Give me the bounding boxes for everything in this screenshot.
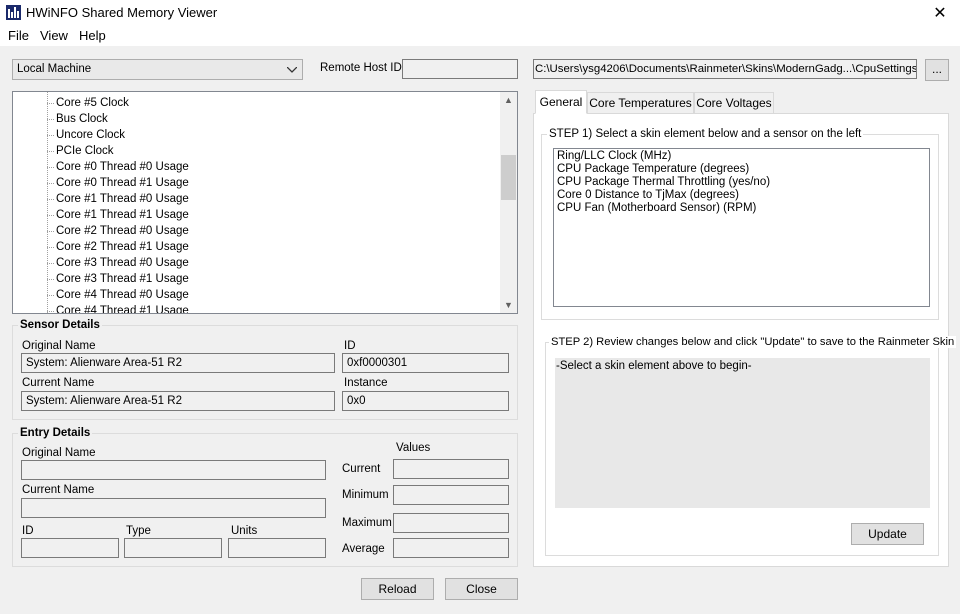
entry-current-name-field[interactable] [21,498,326,518]
entry-id-field[interactable] [21,538,119,558]
review-changes-area[interactable]: -Select a skin element above to begin- [555,358,930,508]
entry-current-name-label: Current Name [22,484,95,496]
sensor-details-title: Sensor Details [18,319,102,331]
tree-item[interactable]: Bus Clock [47,111,108,127]
tree-item[interactable]: Core #0 Thread #1 Usage [47,175,189,191]
browse-button[interactable]: ... [925,59,949,81]
tree-item[interactable]: PCIe Clock [47,143,114,159]
tree-item[interactable]: Core #1 Thread #1 Usage [47,207,189,223]
sensor-current-name-field[interactable]: System: Alienware Area-51 R2 [21,391,335,411]
chevron-down-icon [287,67,297,73]
tree-item[interactable]: Core #4 Thread #0 Usage [47,287,189,303]
instance-label: Instance [344,377,388,389]
sensor-id-label: ID [344,340,356,352]
average-value-label: Average [342,543,385,555]
update-button[interactable]: Update [851,523,924,545]
scroll-up-icon[interactable]: ▲ [500,95,517,105]
tree-item[interactable]: Core #4 Thread #1 Usage [47,303,189,313]
current-value-label: Current [342,463,381,475]
tab-core-voltages[interactable]: Core Voltages [694,92,774,114]
current-value-field[interactable] [393,459,509,479]
minimum-value-label: Minimum [342,489,389,501]
entry-units-label: Units [231,525,258,537]
menu-help[interactable]: Help [79,28,106,43]
close-icon[interactable]: ✕ [930,3,950,23]
source-select[interactable]: Local Machine [12,59,303,80]
sensor-tree[interactable]: Core #5 Clock Bus Clock Uncore Clock PCIe C… [12,91,518,314]
average-value-field[interactable] [393,538,509,558]
step1-title: STEP 1) Select a skin element below and … [547,128,864,140]
tree-item[interactable]: Core #2 Thread #0 Usage [47,223,189,239]
tree-item[interactable]: Core #0 Thread #0 Usage [47,159,189,175]
skin-element-item[interactable]: Core 0 Distance to TjMax (degrees) [557,189,739,201]
tree-item[interactable]: Uncore Clock [46,127,125,143]
skin-element-item[interactable]: CPU Package Temperature (degrees) [557,163,749,175]
tree-item[interactable]: Core #5 Clock [47,95,129,111]
entry-units-field[interactable] [228,538,326,558]
hwinfo-app-icon [6,5,21,20]
current-name-label: Current Name [22,377,95,389]
sensor-id-field[interactable]: 0xf0000301 [342,353,509,373]
tree-item[interactable]: Core #3 Thread #0 Usage [47,255,189,271]
sensor-original-name-field[interactable]: System: Alienware Area-51 R2 [21,353,335,373]
skin-path-field[interactable]: C:\Users\ysg4206\Documents\Rainmeter\Ski… [533,59,917,79]
entry-original-name-label: Original Name [22,447,96,459]
tree-scrollbar[interactable]: ▲ ▼ [500,92,517,313]
remote-host-label: Remote Host ID [320,62,402,74]
scroll-down-icon[interactable]: ▼ [500,300,517,310]
menu-view[interactable]: View [40,28,68,43]
scroll-thumb[interactable] [501,155,516,200]
skin-element-item[interactable]: CPU Package Thermal Throttling (yes/no) [557,176,770,188]
tree-item[interactable]: Core #1 Thread #0 Usage [47,191,189,207]
source-select-value: Local Machine [17,63,92,75]
entry-details-title: Entry Details [18,427,93,439]
tree-item[interactable]: Core #3 Thread #1 Usage [47,271,189,287]
values-label: Values [396,442,431,454]
maximum-value-label: Maximum [342,517,392,529]
instance-field[interactable]: 0x0 [342,391,509,411]
entry-type-label: Type [126,525,151,537]
menu-file[interactable]: File [8,28,29,43]
maximum-value-field[interactable] [393,513,509,533]
tab-general[interactable]: General [535,90,587,114]
step2-title: STEP 2) Review changes below and click "… [549,336,957,348]
entry-original-name-field[interactable] [21,460,326,480]
review-placeholder: -Select a skin element above to begin- [556,360,752,372]
tree-item[interactable]: Core #2 Thread #1 Usage [47,239,189,255]
window-title: HWiNFO Shared Memory Viewer [26,5,218,20]
menu-bar: File View Help [0,26,960,46]
skin-element-list[interactable]: Ring/LLC Clock (MHz) CPU Package Temperat… [553,148,930,307]
minimum-value-field[interactable] [393,485,509,505]
title-bar: HWiNFO Shared Memory Viewer ✕ [0,0,960,26]
close-button[interactable]: Close [445,578,518,600]
reload-button[interactable]: Reload [361,578,434,600]
entry-type-field[interactable] [124,538,222,558]
skin-element-item[interactable]: Ring/LLC Clock (MHz) [557,150,671,162]
original-name-label: Original Name [22,340,96,352]
entry-id-label: ID [22,525,34,537]
remote-host-input[interactable] [402,59,518,79]
tab-core-temperatures[interactable]: Core Temperatures [587,92,694,114]
skin-element-item[interactable]: CPU Fan (Motherboard Sensor) (RPM) [557,202,756,214]
